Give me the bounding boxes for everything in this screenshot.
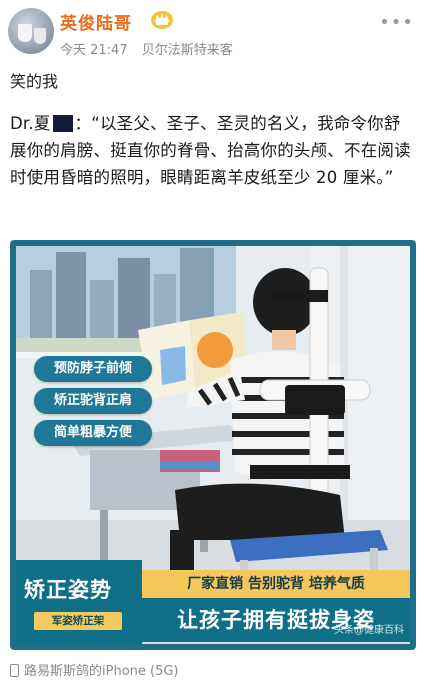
post-device: 路易斯斯鸽的iPhone (5G) xyxy=(10,660,179,679)
phone-icon xyxy=(10,664,19,677)
ad-banner-slogan: 厂家直销 告别驼背 培养气质 xyxy=(142,570,410,598)
post-caption: 笑的我 xyxy=(10,72,59,91)
username[interactable]: 英俊陆哥 xyxy=(60,9,132,34)
post-source[interactable]: 贝尔法斯特来客 xyxy=(142,43,233,58)
ad-image[interactable]: 预防脖子前倾 矫正驼背正肩 简单粗暴方便 矫正姿势 军姿矫正架 厂家直销 告别驼… xyxy=(10,240,416,650)
redaction-block xyxy=(52,115,73,132)
image-watermark: 头条@健康百科 xyxy=(334,625,404,636)
ad-banner-tag: 军姿矫正架 xyxy=(34,612,122,630)
ad-feature-pill: 矫正驼背正肩 xyxy=(34,388,152,414)
ad-banner-title: 矫正姿势 xyxy=(24,578,112,602)
ad-feature-pill: 预防脖子前倾 xyxy=(34,356,152,382)
reposted-card[interactable]: Dr.夏 ：“以圣父、圣子、圣灵的名义，我命令你舒展你的肩膀、挺直你的脊骨、抬高你… xyxy=(4,100,420,652)
ad-banner-left: 矫正姿势 军姿矫正架 xyxy=(16,560,142,644)
quote-prefix: Dr.夏 xyxy=(10,114,51,133)
ad-feature-pill: 简单粗暴方便 xyxy=(34,420,152,446)
quote-text: Dr.夏 ：“以圣父、圣子、圣灵的名义，我命令你舒展你的肩膀、挺直你的脊骨、抬高你… xyxy=(10,110,414,191)
avatar[interactable] xyxy=(8,8,54,54)
crown-badge-icon xyxy=(151,11,173,29)
more-dots-icon[interactable]: ••• xyxy=(379,12,414,33)
post-header: 英俊陆哥 今天 21:47 贝尔法斯特来客 ••• xyxy=(0,0,424,62)
device-label: 路易斯斯鸽的iPhone (5G) xyxy=(24,664,179,679)
post-time: 今天 21:47 xyxy=(60,43,128,58)
post-meta: 今天 21:47 贝尔法斯特来客 xyxy=(60,39,243,58)
